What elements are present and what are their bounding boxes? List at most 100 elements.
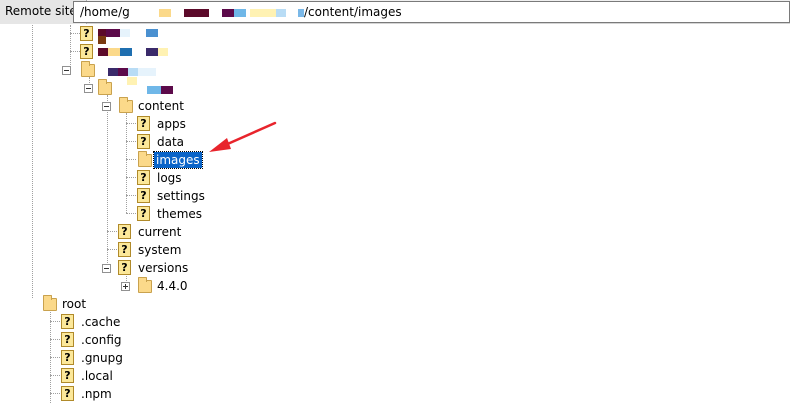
folder-icon	[119, 97, 133, 113]
remote-directory-tree[interactable]: ? ? content ? apps ? data images ? logs …	[0, 25, 790, 403]
tree-item[interactable]: ?	[80, 43, 200, 61]
redaction-block	[128, 68, 138, 76]
tree-item-logs[interactable]: ? logs	[137, 169, 197, 187]
tree-item-local[interactable]: ? .local	[61, 367, 131, 385]
unknown-icon: ?	[80, 44, 93, 59]
tree-item-label: root	[62, 297, 87, 311]
tree-item-config[interactable]: ? .config	[61, 331, 131, 349]
tree-item-label: data	[157, 135, 185, 149]
tree-guide	[126, 141, 136, 142]
redaction-block	[222, 9, 234, 17]
unknown-icon: ?	[61, 332, 74, 347]
redaction-block	[120, 48, 132, 56]
tree-guide	[50, 321, 60, 322]
collapse-toggle[interactable]	[102, 264, 111, 273]
tree-item-root[interactable]: root	[42, 295, 102, 313]
redaction-block	[147, 86, 161, 94]
path-suffix: /content/images	[304, 5, 402, 19]
tree-guide	[70, 51, 80, 52]
redaction-block	[158, 48, 168, 56]
unknown-icon: ?	[61, 314, 74, 329]
redaction-block	[106, 29, 120, 37]
collapse-toggle[interactable]	[102, 102, 111, 111]
redaction-block	[108, 48, 120, 56]
tree-guide	[126, 213, 136, 214]
annotation-arrow	[209, 121, 277, 152]
tree-item-images[interactable]: images	[137, 151, 207, 169]
tree-item-cache[interactable]: ? .cache	[61, 313, 131, 331]
tree-item-label: system	[138, 243, 182, 257]
tree-item-label: 4.4.0	[157, 279, 188, 293]
tree-guide	[50, 393, 60, 394]
redaction-block	[138, 68, 156, 76]
tree-item-themes[interactable]: ? themes	[137, 205, 207, 223]
tree-guide	[107, 95, 108, 269]
redaction-block	[98, 48, 108, 56]
redaction-block	[276, 9, 286, 17]
tree-guide	[107, 249, 117, 250]
tree-item-label: .gnupg	[81, 351, 123, 365]
tree-guide	[126, 113, 127, 213]
tree-guide	[70, 25, 71, 71]
tree-guide	[50, 339, 60, 340]
tree-item-settings[interactable]: ? settings	[137, 187, 207, 205]
redaction-block	[120, 29, 130, 37]
tree-item-data[interactable]: ? data	[137, 133, 197, 151]
unknown-icon: ?	[137, 206, 150, 221]
folder-icon	[138, 277, 152, 293]
tree-item-label: .config	[81, 333, 122, 347]
tree-guide	[70, 33, 80, 34]
unknown-icon: ?	[61, 368, 74, 383]
tree-item-4-4-0[interactable]: 4.4.0	[137, 277, 197, 295]
tree-guide	[107, 231, 117, 232]
tree-item[interactable]	[80, 61, 200, 79]
tree-item-versions[interactable]: ? versions	[118, 259, 198, 277]
unknown-icon: ?	[118, 260, 131, 275]
folder-icon	[138, 151, 152, 167]
redaction-block	[146, 29, 158, 37]
collapse-toggle[interactable]	[84, 84, 93, 93]
tree-item-label: apps	[157, 117, 186, 131]
tree-item-label: settings	[157, 189, 205, 203]
tree-item-apps[interactable]: ? apps	[137, 115, 197, 133]
unknown-icon: ?	[80, 26, 93, 41]
tree-guide	[50, 357, 60, 358]
folder-icon	[43, 295, 57, 311]
redaction-block	[118, 68, 128, 76]
redaction-block	[161, 86, 173, 94]
folder-icon	[98, 79, 112, 95]
tree-item-content[interactable]: content	[118, 97, 198, 115]
unknown-icon: ?	[137, 116, 150, 131]
tree-guide	[50, 375, 60, 376]
tree-item-label: .cache	[81, 315, 121, 329]
redaction-block	[250, 9, 276, 17]
redaction-block	[127, 77, 137, 85]
tree-item-label: logs	[157, 171, 182, 185]
unknown-icon: ?	[118, 242, 131, 257]
tree-item-npm[interactable]: ? .npm	[61, 385, 131, 403]
unknown-icon: ?	[137, 134, 150, 149]
tree-item-current[interactable]: ? current	[118, 223, 188, 241]
tree-item-label: current	[138, 225, 182, 239]
tree-guide	[126, 195, 136, 196]
remote-path-input[interactable]: /home/g /content/images	[73, 1, 790, 23]
tree-guide	[32, 25, 33, 298]
redaction-block	[234, 9, 246, 17]
tree-item-system[interactable]: ? system	[118, 241, 188, 259]
collapse-toggle[interactable]	[62, 66, 71, 75]
tree-guide	[126, 159, 136, 160]
tree-item-label: .npm	[81, 387, 112, 401]
redaction-block	[159, 9, 171, 17]
remote-path-bar: Remote site: /home/g /content/images	[0, 0, 790, 24]
tree-item[interactable]: ?	[80, 25, 200, 44]
unknown-icon: ?	[118, 224, 131, 239]
unknown-icon: ?	[137, 170, 150, 185]
folder-icon	[81, 61, 95, 77]
tree-item-gnupg[interactable]: ? .gnupg	[61, 349, 131, 367]
tree-item[interactable]	[97, 77, 217, 97]
redaction-block	[184, 9, 209, 17]
tree-item-label: content	[138, 99, 184, 113]
expand-toggle[interactable]	[121, 282, 130, 291]
tree-guide	[126, 177, 136, 178]
unknown-icon: ?	[137, 188, 150, 203]
